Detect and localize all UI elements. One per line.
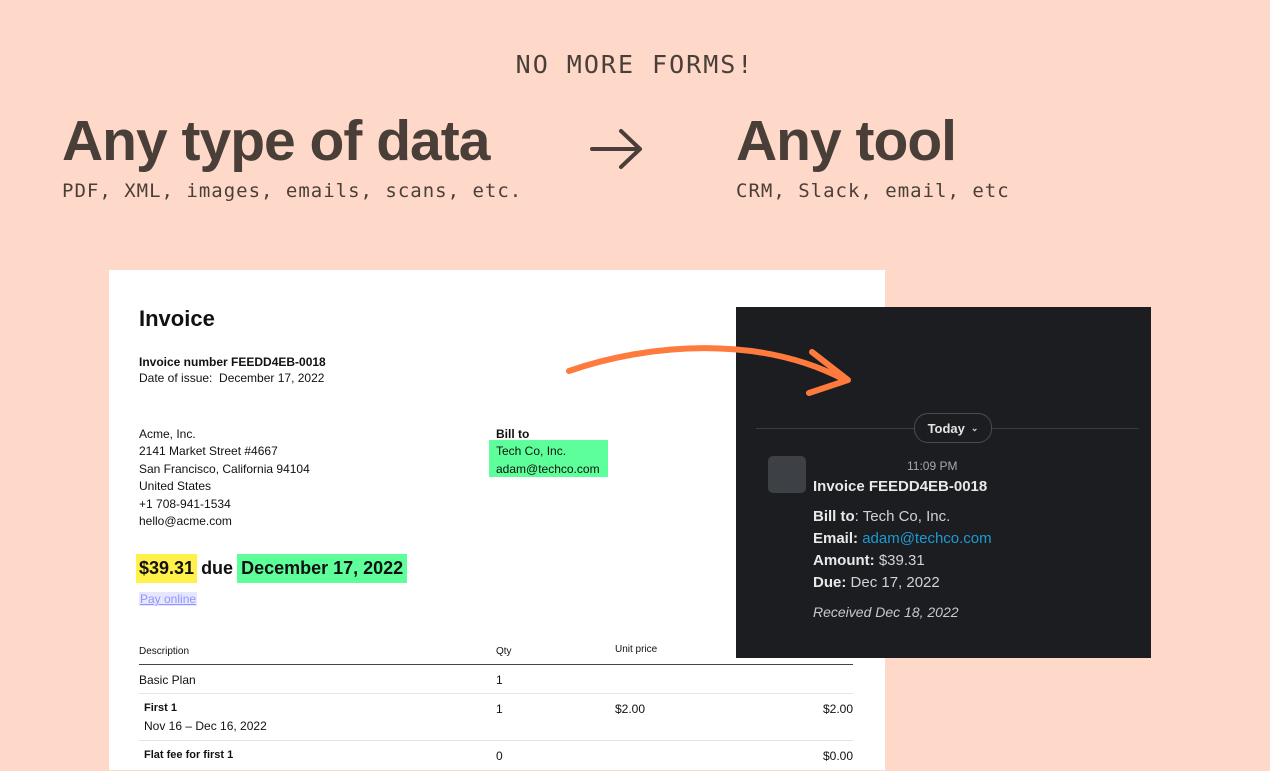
col-qty: Qty	[496, 646, 512, 657]
row-amount: $2.00	[822, 702, 853, 716]
pay-online-link[interactable]: Pay online	[139, 592, 198, 606]
sender-line: hello@acme.com	[139, 514, 232, 529]
bill-to-label: Bill to	[496, 427, 530, 441]
col-description: Description	[139, 646, 190, 657]
avatar[interactable]	[768, 456, 806, 493]
bill-to-value: : Tech Co, Inc.	[854, 508, 951, 525]
row-desc: Basic Plan	[139, 673, 196, 687]
sender-line: San Francisco, California 94104	[139, 461, 310, 476]
amount-value: $39.31	[878, 552, 925, 569]
row-desc: First 1	[144, 702, 178, 714]
invoice-meta: Invoice number FEEDD4EB-0018 Date of iss…	[139, 354, 326, 386]
line-items-table: Description Qty Unit price Basic Plan 1 …	[139, 640, 853, 771]
email-key: Email:	[813, 530, 859, 547]
email-link[interactable]: adam@techco.com	[862, 530, 991, 547]
message-email: Email: adam@techco.com	[813, 530, 992, 547]
message-due: Due: Dec 17, 2022	[813, 574, 940, 591]
message-bill-to: Bill to: Tech Co, Inc.	[813, 508, 950, 525]
bill-to-email: adam@techco.com	[496, 461, 600, 476]
right-subline: CRM, Slack, email, etc	[736, 180, 1010, 202]
bill-to-block: Bill to Tech Co, Inc. adam@techco.com	[496, 426, 600, 478]
right-arrow-icon	[590, 129, 642, 169]
sender-address: Acme, Inc. 2141 Market Street #4667 San …	[139, 426, 310, 530]
row-qty: 1	[496, 673, 503, 687]
row-unit-price: $2.00	[615, 702, 646, 716]
sender-line: +1 708-941-1534	[139, 496, 231, 511]
amount-highlight: $39.31	[136, 553, 198, 583]
table-row: Basic Plan 1	[139, 665, 853, 694]
due-date-highlight: December 17, 2022	[237, 553, 408, 583]
col-unit-price: Unit price	[615, 644, 658, 655]
left-subline: PDF, XML, images, emails, scans, etc.	[62, 180, 523, 202]
message-amount: Amount: $39.31	[813, 552, 925, 569]
due-value: Dec 17, 2022	[850, 574, 940, 591]
today-pill-button[interactable]: Today ⌄	[914, 413, 992, 443]
row-qty: 0	[496, 749, 503, 763]
row-qty: 1	[496, 702, 503, 716]
sender-line: Acme, Inc.	[139, 427, 196, 441]
curved-arrow-icon	[566, 345, 851, 396]
due-key: Due:	[813, 574, 847, 591]
bill-to-company: Tech Co, Inc.	[496, 444, 567, 459]
invoice-number: Invoice number FEEDD4EB-0018	[139, 355, 326, 369]
table-row: First 1 Nov 16 – Dec 16, 2022 1 $2.00 $2…	[139, 694, 853, 741]
received-note: Received Dec 18, 2022	[813, 604, 959, 620]
message-time: 11:09 PM	[907, 459, 958, 473]
eyebrow-text: NO MORE FORMS!	[515, 50, 755, 79]
due-word: due	[201, 557, 234, 578]
row-amount: $0.00	[822, 749, 853, 763]
left-headline: Any type of data	[62, 109, 490, 173]
row-desc: Flat fee for first 1	[144, 749, 234, 761]
row-period: Nov 16 – Dec 16, 2022	[144, 719, 267, 733]
sender-line: 2141 Market Street #4667	[139, 444, 278, 459]
amount-due-row: $39.31 due December 17, 2022	[136, 553, 408, 583]
right-headline: Any tool	[736, 109, 957, 173]
amount-key: Amount:	[813, 552, 875, 569]
sender-line: United States	[139, 479, 212, 494]
message-title: Invoice FEEDD4EB-0018	[813, 478, 988, 495]
invoice-title: Invoice	[139, 306, 215, 331]
bill-to-key: Bill to	[813, 508, 855, 525]
today-label: Today	[927, 420, 965, 436]
chevron-down-icon: ⌄	[970, 422, 979, 433]
table-row: Flat fee for first 1 0 $0.00	[139, 741, 853, 771]
invoice-date: Date of issue: December 17, 2022	[139, 371, 325, 385]
